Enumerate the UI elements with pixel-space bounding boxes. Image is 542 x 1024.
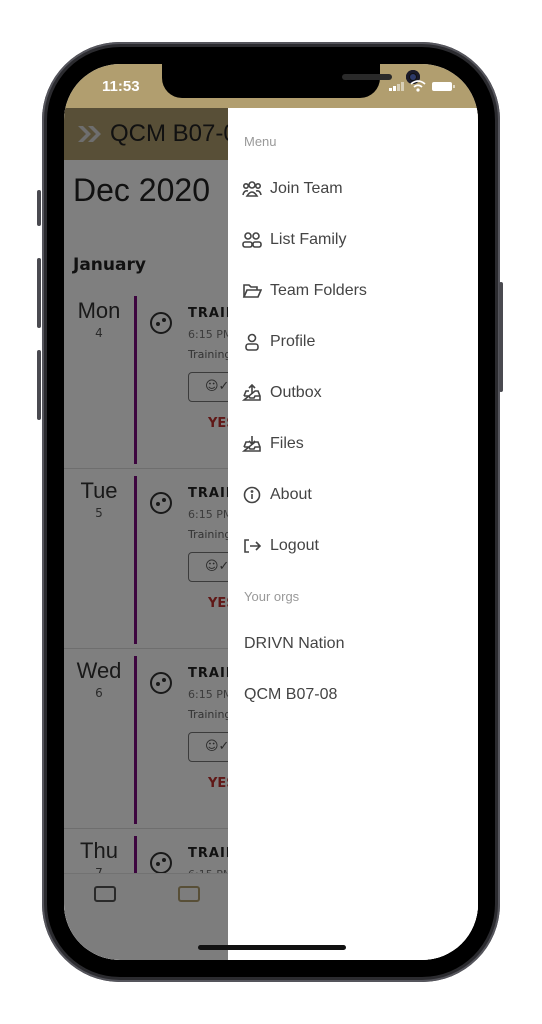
power-button: [499, 282, 503, 392]
menu-item-list-family[interactable]: List Family: [242, 231, 346, 249]
speaker: [342, 74, 392, 80]
users-icon: [242, 181, 262, 197]
screen: 11:53 QCM B07-08 Dec 2020 January Mo: [64, 64, 478, 960]
menu-item-label: Join Team: [270, 180, 343, 197]
orgs-label: Your orgs: [244, 589, 300, 604]
menu-item-label: Team Folders: [270, 282, 367, 299]
inbox-download-icon: [242, 436, 261, 452]
folder-open-icon: [242, 284, 262, 298]
menu-item-label: List Family: [270, 231, 347, 248]
status-time: 11:53: [102, 78, 140, 95]
drawer-backdrop[interactable]: [64, 108, 228, 960]
menu-item-files[interactable]: Files: [242, 435, 304, 453]
notch: [162, 64, 420, 98]
menu-item-label: About: [270, 486, 312, 503]
battery-icon: [432, 81, 455, 91]
status-icons: [389, 80, 455, 92]
logout-icon: [244, 539, 262, 553]
volume-up-button: [37, 258, 41, 328]
menu-item-label: Logout: [270, 537, 319, 554]
menu-label: Menu: [244, 134, 277, 149]
menu-item-label: Outbox: [270, 384, 322, 401]
user-group-icon: [242, 232, 262, 248]
wifi-icon: [410, 80, 426, 92]
menu-item-profile[interactable]: Profile: [242, 333, 315, 351]
menu-item-label: Profile: [270, 333, 316, 350]
menu-item-team-folders[interactable]: Team Folders: [242, 282, 367, 300]
status-bar: 11:53: [64, 64, 478, 108]
menu-item-join-team[interactable]: Join Team: [242, 180, 343, 198]
org-item-qcm-b07-08[interactable]: QCM B07-08: [244, 686, 337, 704]
home-indicator[interactable]: [198, 945, 346, 950]
menu-item-logout[interactable]: Logout: [242, 537, 319, 555]
menu-item-label: Files: [270, 435, 304, 452]
org-item-drivn-nation[interactable]: DRIVN Nation: [244, 635, 344, 653]
side-drawer: Menu Join Team List Family Team Folders …: [228, 108, 478, 960]
volume-down-button: [37, 350, 41, 420]
user-icon: [245, 333, 259, 351]
menu-item-outbox[interactable]: Outbox: [242, 384, 322, 402]
inbox-upload-icon: [242, 384, 261, 401]
cellular-signal-icon: [389, 81, 404, 91]
info-circle-icon: [243, 486, 261, 504]
mute-switch: [37, 190, 41, 226]
menu-item-about[interactable]: About: [242, 486, 312, 504]
